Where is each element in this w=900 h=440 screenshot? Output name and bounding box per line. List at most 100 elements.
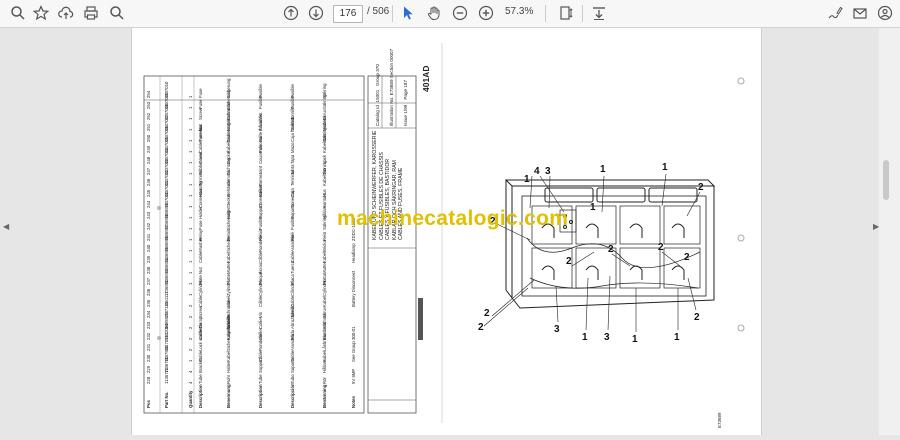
callout-label: 1 bbox=[590, 202, 596, 213]
bookmark-star-icon[interactable] bbox=[31, 4, 51, 22]
callout-label: 2 bbox=[566, 256, 572, 267]
page-label: Page bbox=[403, 88, 408, 100]
previous-page-icon[interactable] bbox=[281, 4, 301, 22]
select-cursor-icon[interactable] bbox=[398, 4, 418, 22]
zoom-level[interactable]: 57.3% bbox=[505, 6, 533, 17]
table-cell: Halter bbox=[226, 361, 231, 373]
group-value: 370 bbox=[375, 64, 380, 72]
next-page-icon[interactable] bbox=[306, 4, 326, 22]
title-block-frame bbox=[367, 75, 417, 414]
account-icon[interactable] bbox=[875, 4, 895, 22]
table-cell: Cable bbox=[198, 350, 203, 362]
table-cell: 1 bbox=[188, 238, 193, 241]
table-cell: Câble bbox=[258, 295, 263, 307]
table-cell: Tapa bbox=[290, 154, 295, 164]
table-header-cell: Description bbox=[258, 384, 263, 408]
table-cell: Skruv bbox=[322, 307, 327, 318]
hand-tool-icon[interactable] bbox=[424, 4, 444, 22]
table-cell: Kabel bbox=[322, 351, 327, 362]
toolbar-divider bbox=[582, 5, 583, 22]
table-header-cell: Pos bbox=[146, 400, 151, 408]
vertical-scrollbar[interactable] bbox=[879, 28, 900, 435]
issue-label: Issue bbox=[403, 115, 408, 126]
table-cell: Screw bbox=[198, 306, 203, 318]
table-cell: Cable bbox=[198, 295, 203, 307]
zoom-in-icon[interactable] bbox=[476, 4, 496, 22]
sign-edit-icon[interactable] bbox=[825, 4, 845, 22]
table-cell: 2 bbox=[188, 326, 193, 329]
table-cell: Fusible bbox=[290, 84, 295, 98]
table-cell: 250 bbox=[146, 134, 151, 142]
callout-label: 3 bbox=[554, 324, 560, 335]
table-cell: Platte bbox=[226, 274, 231, 285]
figure-code: E73689 bbox=[717, 412, 722, 428]
table-cell: Relé bbox=[290, 232, 295, 241]
print-icon[interactable] bbox=[81, 4, 101, 22]
table-header-cell: Descripción bbox=[290, 383, 295, 408]
callout-label: 1 bbox=[600, 164, 606, 175]
table-cell: Fuse bbox=[198, 88, 203, 98]
table-cell: 5V 6MP bbox=[351, 368, 356, 384]
table-cell: 236 bbox=[146, 288, 151, 296]
table-cell: See Group 300-01 bbox=[351, 326, 356, 362]
callout-label: 3 bbox=[604, 332, 610, 343]
table-cell: Collier bbox=[258, 327, 263, 340]
table-cell: 1 bbox=[188, 249, 193, 252]
toolbar-divider bbox=[545, 5, 546, 22]
technical-drawing: 4 3 1 1 1 2 2 2 2 3 1 3 1 1 2 2 2 2 2 1 bbox=[478, 162, 716, 345]
zoom-search-icon[interactable] bbox=[107, 4, 127, 22]
callout-label: 1 bbox=[662, 162, 668, 173]
callout-label: 2 bbox=[694, 312, 700, 323]
table-cell: 242 bbox=[146, 222, 151, 230]
table-cell: Clamp bbox=[198, 316, 203, 329]
callout-label: 1 bbox=[582, 332, 588, 343]
table-cell: 1137010 bbox=[164, 81, 169, 98]
illustration-value: E73689 bbox=[389, 79, 394, 96]
table-cell: 235 bbox=[146, 299, 151, 307]
table-cell: Tube bbox=[258, 374, 263, 384]
search-icon[interactable] bbox=[8, 4, 28, 22]
page-value: 187 bbox=[403, 79, 408, 88]
table-header-cell: Notes bbox=[351, 396, 356, 408]
table-cell: 246 bbox=[146, 178, 151, 186]
zoom-out-icon[interactable] bbox=[450, 4, 470, 22]
callout-label: 4 bbox=[534, 166, 540, 177]
email-icon[interactable] bbox=[850, 4, 870, 22]
page-number-input[interactable] bbox=[333, 5, 363, 23]
table-cell: 1 bbox=[188, 183, 193, 186]
table-cell: 1 bbox=[188, 271, 193, 274]
table-cell: Säkring bbox=[322, 83, 327, 98]
table-cell: 254 bbox=[146, 90, 151, 98]
table-cell: 232 bbox=[146, 332, 151, 340]
table-cell: 2 bbox=[188, 304, 193, 307]
table-cell: 4 bbox=[188, 370, 193, 373]
table-cell: Caja bbox=[290, 188, 295, 197]
table-cell: 241 bbox=[146, 233, 151, 241]
illustration-label: Illustration No. bbox=[389, 96, 394, 126]
table-cell: 231 bbox=[146, 343, 151, 351]
table-cell: 234 bbox=[146, 310, 151, 318]
page-fit-icon[interactable] bbox=[556, 4, 576, 22]
table-cell: Nut bbox=[198, 267, 203, 274]
table-cell: Halter bbox=[226, 207, 231, 219]
table-cell: Plate bbox=[198, 275, 203, 285]
table-cell: Borne bbox=[258, 174, 263, 186]
table-cell: 1 bbox=[188, 172, 193, 175]
callout-label: 1 bbox=[632, 334, 638, 345]
toolbar-divider bbox=[392, 5, 393, 22]
table-cell: Câble bbox=[258, 350, 263, 362]
page-total: / 506 bbox=[367, 6, 390, 17]
table-cell: 230 bbox=[146, 354, 151, 362]
table-cell: 240 bbox=[146, 244, 151, 252]
table-cell: Mutter bbox=[322, 118, 327, 131]
table-cell: Vis bbox=[258, 114, 263, 120]
table-cell: 1 bbox=[188, 117, 193, 120]
callout-label: 2 bbox=[608, 244, 614, 255]
table-cell: Junta bbox=[290, 164, 295, 175]
section-label: Section bbox=[389, 62, 394, 79]
upload-cloud-icon[interactable] bbox=[56, 4, 76, 22]
scrollbar-thumb[interactable] bbox=[883, 160, 889, 200]
download-icon[interactable] bbox=[589, 4, 609, 22]
left-panel-toggle-icon[interactable]: ◀ bbox=[3, 222, 9, 231]
table-cell: 245 bbox=[146, 189, 151, 197]
